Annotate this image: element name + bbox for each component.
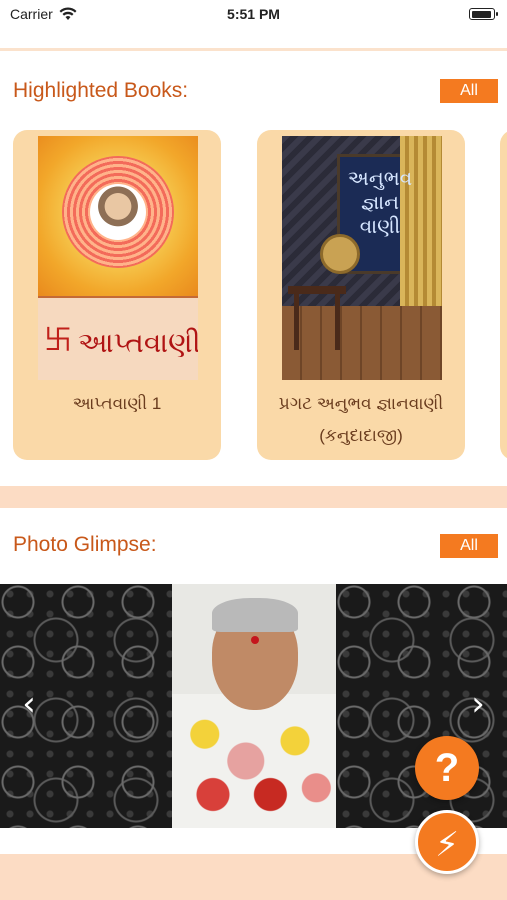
book-title: આપ્તવાણી 1	[72, 394, 162, 413]
photo-glimpse-title: Photo Glimpse:	[13, 533, 157, 556]
cover-table-legs	[294, 294, 340, 350]
battery-icon	[469, 8, 498, 20]
top-divider	[0, 48, 507, 51]
quick-action-button[interactable]: ⚡	[415, 810, 479, 874]
question-icon: ?	[434, 746, 460, 790]
highlighted-books-title: Highlighted Books:	[13, 79, 189, 102]
photos-all-button[interactable]: All	[440, 534, 498, 558]
chevron-right-icon[interactable]: ›	[463, 684, 493, 724]
cover-portrait	[90, 184, 146, 240]
cover-table	[288, 286, 346, 294]
cover-title-text: આપ્તવાણી-૧	[78, 326, 198, 359]
book-title-line-1: પ્રગટ અનુભવ જ્ઞાનવાણી	[278, 394, 444, 413]
battery-level	[471, 10, 491, 18]
portrait-hair	[212, 598, 298, 632]
book-card-aptavani-1[interactable]: 卐 આપ્તવાણી-૧ આપ્તવાણી 1	[13, 130, 221, 460]
chevron-left-icon[interactable]: ‹	[14, 684, 44, 724]
status-time: 5:51 PM	[227, 6, 280, 22]
swastik-icon: 卐	[43, 324, 72, 355]
cover-heading: અનુભવ જ્ઞાન વાણી	[330, 166, 430, 238]
cover-heading-line-1: અનુભવ	[347, 166, 413, 190]
status-bar: Carrier 5:51 PM	[0, 0, 507, 30]
book-title: પ્રગટ અનુભવ જ્ઞાનવાણી (કનુદાદાજી)	[257, 388, 465, 452]
cover-heading-line-2: જ્ઞાન	[360, 190, 400, 214]
section-divider	[0, 486, 507, 508]
book-card-next-peek[interactable]	[500, 130, 507, 460]
books-carousel[interactable]: 卐 આપ્તવાણી-૧ આપ્તવાણી 1 અનુભવ જ્ઞાન વાણી…	[0, 130, 507, 460]
book-cover-image: 卐 આપ્તવાણી-૧	[38, 136, 198, 380]
books-all-button[interactable]: All	[440, 79, 498, 103]
gramophone-icon	[320, 234, 360, 274]
portrait-garland	[172, 694, 336, 828]
portrait-tilak	[251, 636, 259, 644]
book-title-line-2: (કનુદાદાજી)	[319, 426, 403, 445]
book-card-pragat-anubhav[interactable]: અનુભવ જ્ઞાન વાણી પ્રગટ અનુભવ જ્ઞાનવાણી (…	[257, 130, 465, 460]
help-button[interactable]: ?	[415, 736, 479, 800]
lightning-icon: ⚡	[435, 826, 459, 864]
photo-portrait[interactable]	[172, 584, 336, 828]
book-cover-image: અનુભવ જ્ઞાન વાણી	[282, 136, 442, 380]
cover-heading-line-3: વાણી	[359, 214, 401, 238]
